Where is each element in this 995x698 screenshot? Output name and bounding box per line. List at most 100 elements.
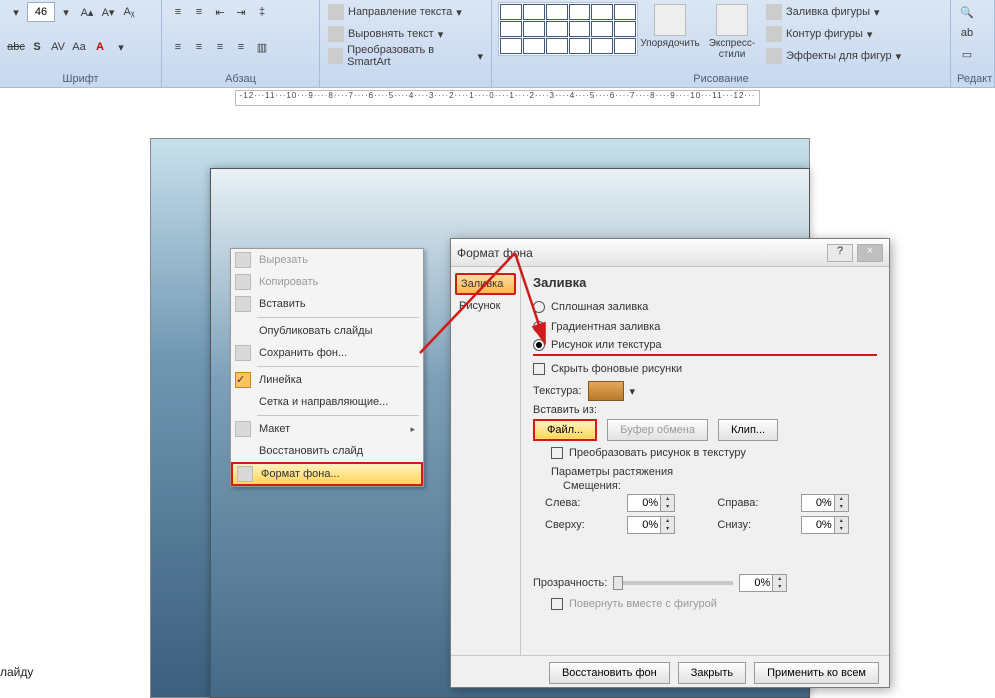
radio-solid-fill[interactable]: Сплошная заливка <box>533 298 877 316</box>
ctx-paste[interactable]: Вставить <box>231 293 423 315</box>
change-case-button[interactable]: Aa <box>69 37 89 57</box>
label-left: Слева: <box>545 497 613 509</box>
find-button[interactable]: 🔍 <box>957 2 977 22</box>
close-button[interactable]: × <box>857 244 883 262</box>
select-button[interactable]: ▭ <box>957 44 977 64</box>
express-styles-button[interactable]: Экспресс-стили <box>702 2 762 62</box>
text-direction-icon <box>328 4 344 20</box>
file-button[interactable]: Файл... <box>533 419 597 441</box>
dialog-format-background: Формат фона ? × Заливка Рисунок Заливка … <box>450 238 890 688</box>
arrange-button[interactable]: Упорядочить <box>640 2 700 51</box>
check-hide-bg[interactable]: Скрыть фоновые рисунки <box>533 360 877 378</box>
font-family-dropdown[interactable]: ▾ <box>6 2 26 22</box>
font-size-dropdown[interactable]: ▾ <box>56 2 76 22</box>
close-dialog-button[interactable]: Закрыть <box>678 662 746 684</box>
checkbox-icon <box>533 363 545 375</box>
strikethrough-button[interactable]: abc <box>6 37 26 57</box>
dialog-titlebar[interactable]: Формат фона ? × <box>451 239 889 267</box>
tab-fill[interactable]: Заливка <box>455 273 516 295</box>
ctx-cut: Вырезать <box>231 249 423 271</box>
replace-button[interactable]: ab <box>957 23 977 43</box>
ctx-save-background[interactable]: Сохранить фон... <box>231 342 423 364</box>
label-offsets: Смещения: <box>563 480 877 492</box>
ctx-format-background[interactable]: Формат фона... <box>231 462 423 486</box>
clear-format-button[interactable]: Aᵪ <box>119 2 139 22</box>
offset-left-input[interactable]: ▴▾ <box>627 494 703 512</box>
ctx-separator <box>257 366 419 367</box>
shape-effects-button[interactable]: Эффекты для фигур ▾ <box>764 46 903 66</box>
shape-fill-button[interactable]: Заливка фигуры ▾ <box>764 2 903 22</box>
ribbon-label-drawing: Рисование <box>498 72 944 86</box>
clip-button[interactable]: Клип... <box>718 419 778 441</box>
restore-bg-button[interactable]: Восстановить фон <box>549 662 670 684</box>
tab-picture[interactable]: Рисунок <box>455 297 516 315</box>
apply-all-button[interactable]: Применить ко всем <box>754 662 879 684</box>
shapes-gallery[interactable] <box>498 2 638 56</box>
radio-picture-fill[interactable]: Рисунок или текстура <box>533 338 877 356</box>
align-justify-button[interactable]: ≡ <box>231 37 251 57</box>
layout-icon <box>235 421 251 437</box>
align-text-button[interactable]: Выровнять текст ▾ <box>326 24 485 44</box>
label-texture: Текстура: <box>533 385 582 397</box>
dropdown-icon[interactable]: ▾ <box>630 385 636 398</box>
horizontal-ruler[interactable]: -12···11···10···9····8····7····6····5···… <box>235 90 761 106</box>
indent-inc-button[interactable]: ⇥ <box>231 2 251 22</box>
ribbon-group-edit: 🔍 ab ▭ Редакт <box>951 0 995 87</box>
label-insert-from: Вставить из: <box>533 404 597 416</box>
chevron-right-icon: ▸ <box>410 424 415 435</box>
grow-font-button[interactable]: A▴ <box>77 2 97 22</box>
label-stretch: Параметры растяжения <box>551 466 877 478</box>
check-to-texture[interactable]: Преобразовать рисунок в текстуру <box>551 444 877 462</box>
text-direction-button[interactable]: Направление текста ▾ <box>326 2 485 22</box>
font-color-button[interactable]: A <box>90 37 110 57</box>
bullets-button[interactable]: ≡ <box>168 2 188 22</box>
help-button[interactable]: ? <box>827 244 853 262</box>
ribbon-label-font: Шрифт <box>6 72 155 86</box>
ruler-area: -12···11···10···9····8····7····6····5···… <box>0 88 995 108</box>
font-size-input[interactable] <box>27 2 55 22</box>
slider-thumb[interactable] <box>613 576 623 590</box>
align-text-icon <box>328 26 344 42</box>
checkbox-icon <box>551 447 563 459</box>
format-bg-icon <box>237 466 253 482</box>
align-right-button[interactable]: ≡ <box>210 37 230 57</box>
outline-icon <box>766 26 782 42</box>
offset-right-input[interactable]: ▴▾ <box>801 494 877 512</box>
offset-bottom-input[interactable]: ▴▾ <box>801 516 877 534</box>
footer-text-fragment: лайду <box>0 663 33 681</box>
clipboard-button: Буфер обмена <box>607 419 708 441</box>
dialog-title-text: Формат фона <box>457 246 533 260</box>
smartart-button[interactable]: Преобразовать в SmartArt ▾ <box>326 46 485 66</box>
copy-icon <box>235 274 251 290</box>
ctx-copy: Копировать <box>231 271 423 293</box>
indent-dec-button[interactable]: ⇤ <box>210 2 230 22</box>
ctx-grid[interactable]: Сетка и направляющие... <box>231 391 423 413</box>
spacing-button[interactable]: AV <box>48 37 68 57</box>
ctx-layout[interactable]: Макет▸ <box>231 418 423 440</box>
ctx-separator <box>257 415 419 416</box>
radio-gradient-fill[interactable]: Градиентная заливка <box>533 318 877 336</box>
offset-top-input[interactable]: ▴▾ <box>627 516 703 534</box>
express-styles-icon <box>716 4 748 36</box>
ribbon-group-paragraph: ≡ ≡ ⇤ ⇥ ‡ ≡ ≡ ≡ ≡ ▥ Абзац <box>162 0 320 87</box>
ribbon-group-text-tools: Направление текста ▾ Выровнять текст ▾ П… <box>320 0 492 87</box>
context-menu: Вырезать Копировать Вставить Опубликоват… <box>230 248 424 487</box>
align-center-button[interactable]: ≡ <box>189 37 209 57</box>
columns-button[interactable]: ▥ <box>252 37 272 57</box>
ctx-restore-slide[interactable]: Восстановить слайд <box>231 440 423 462</box>
numbering-button[interactable]: ≡ <box>189 2 209 22</box>
ctx-ruler[interactable]: ✓Линейка <box>231 369 423 391</box>
check-icon: ✓ <box>235 372 251 388</box>
shape-outline-button[interactable]: Контур фигуры ▾ <box>764 24 903 44</box>
texture-picker[interactable] <box>588 381 624 401</box>
align-left-button[interactable]: ≡ <box>168 37 188 57</box>
transparency-slider[interactable] <box>613 581 733 585</box>
font-color-dropdown[interactable]: ▾ <box>111 37 131 57</box>
transparency-input[interactable]: ▴▾ <box>739 574 787 592</box>
label-bottom: Снизу: <box>717 519 786 531</box>
line-spacing-button[interactable]: ‡ <box>252 2 272 22</box>
shadow-button[interactable]: S <box>27 37 47 57</box>
shrink-font-button[interactable]: A▾ <box>98 2 118 22</box>
ctx-publish-slides[interactable]: Опубликовать слайды <box>231 320 423 342</box>
heading-fill: Заливка <box>533 275 877 290</box>
